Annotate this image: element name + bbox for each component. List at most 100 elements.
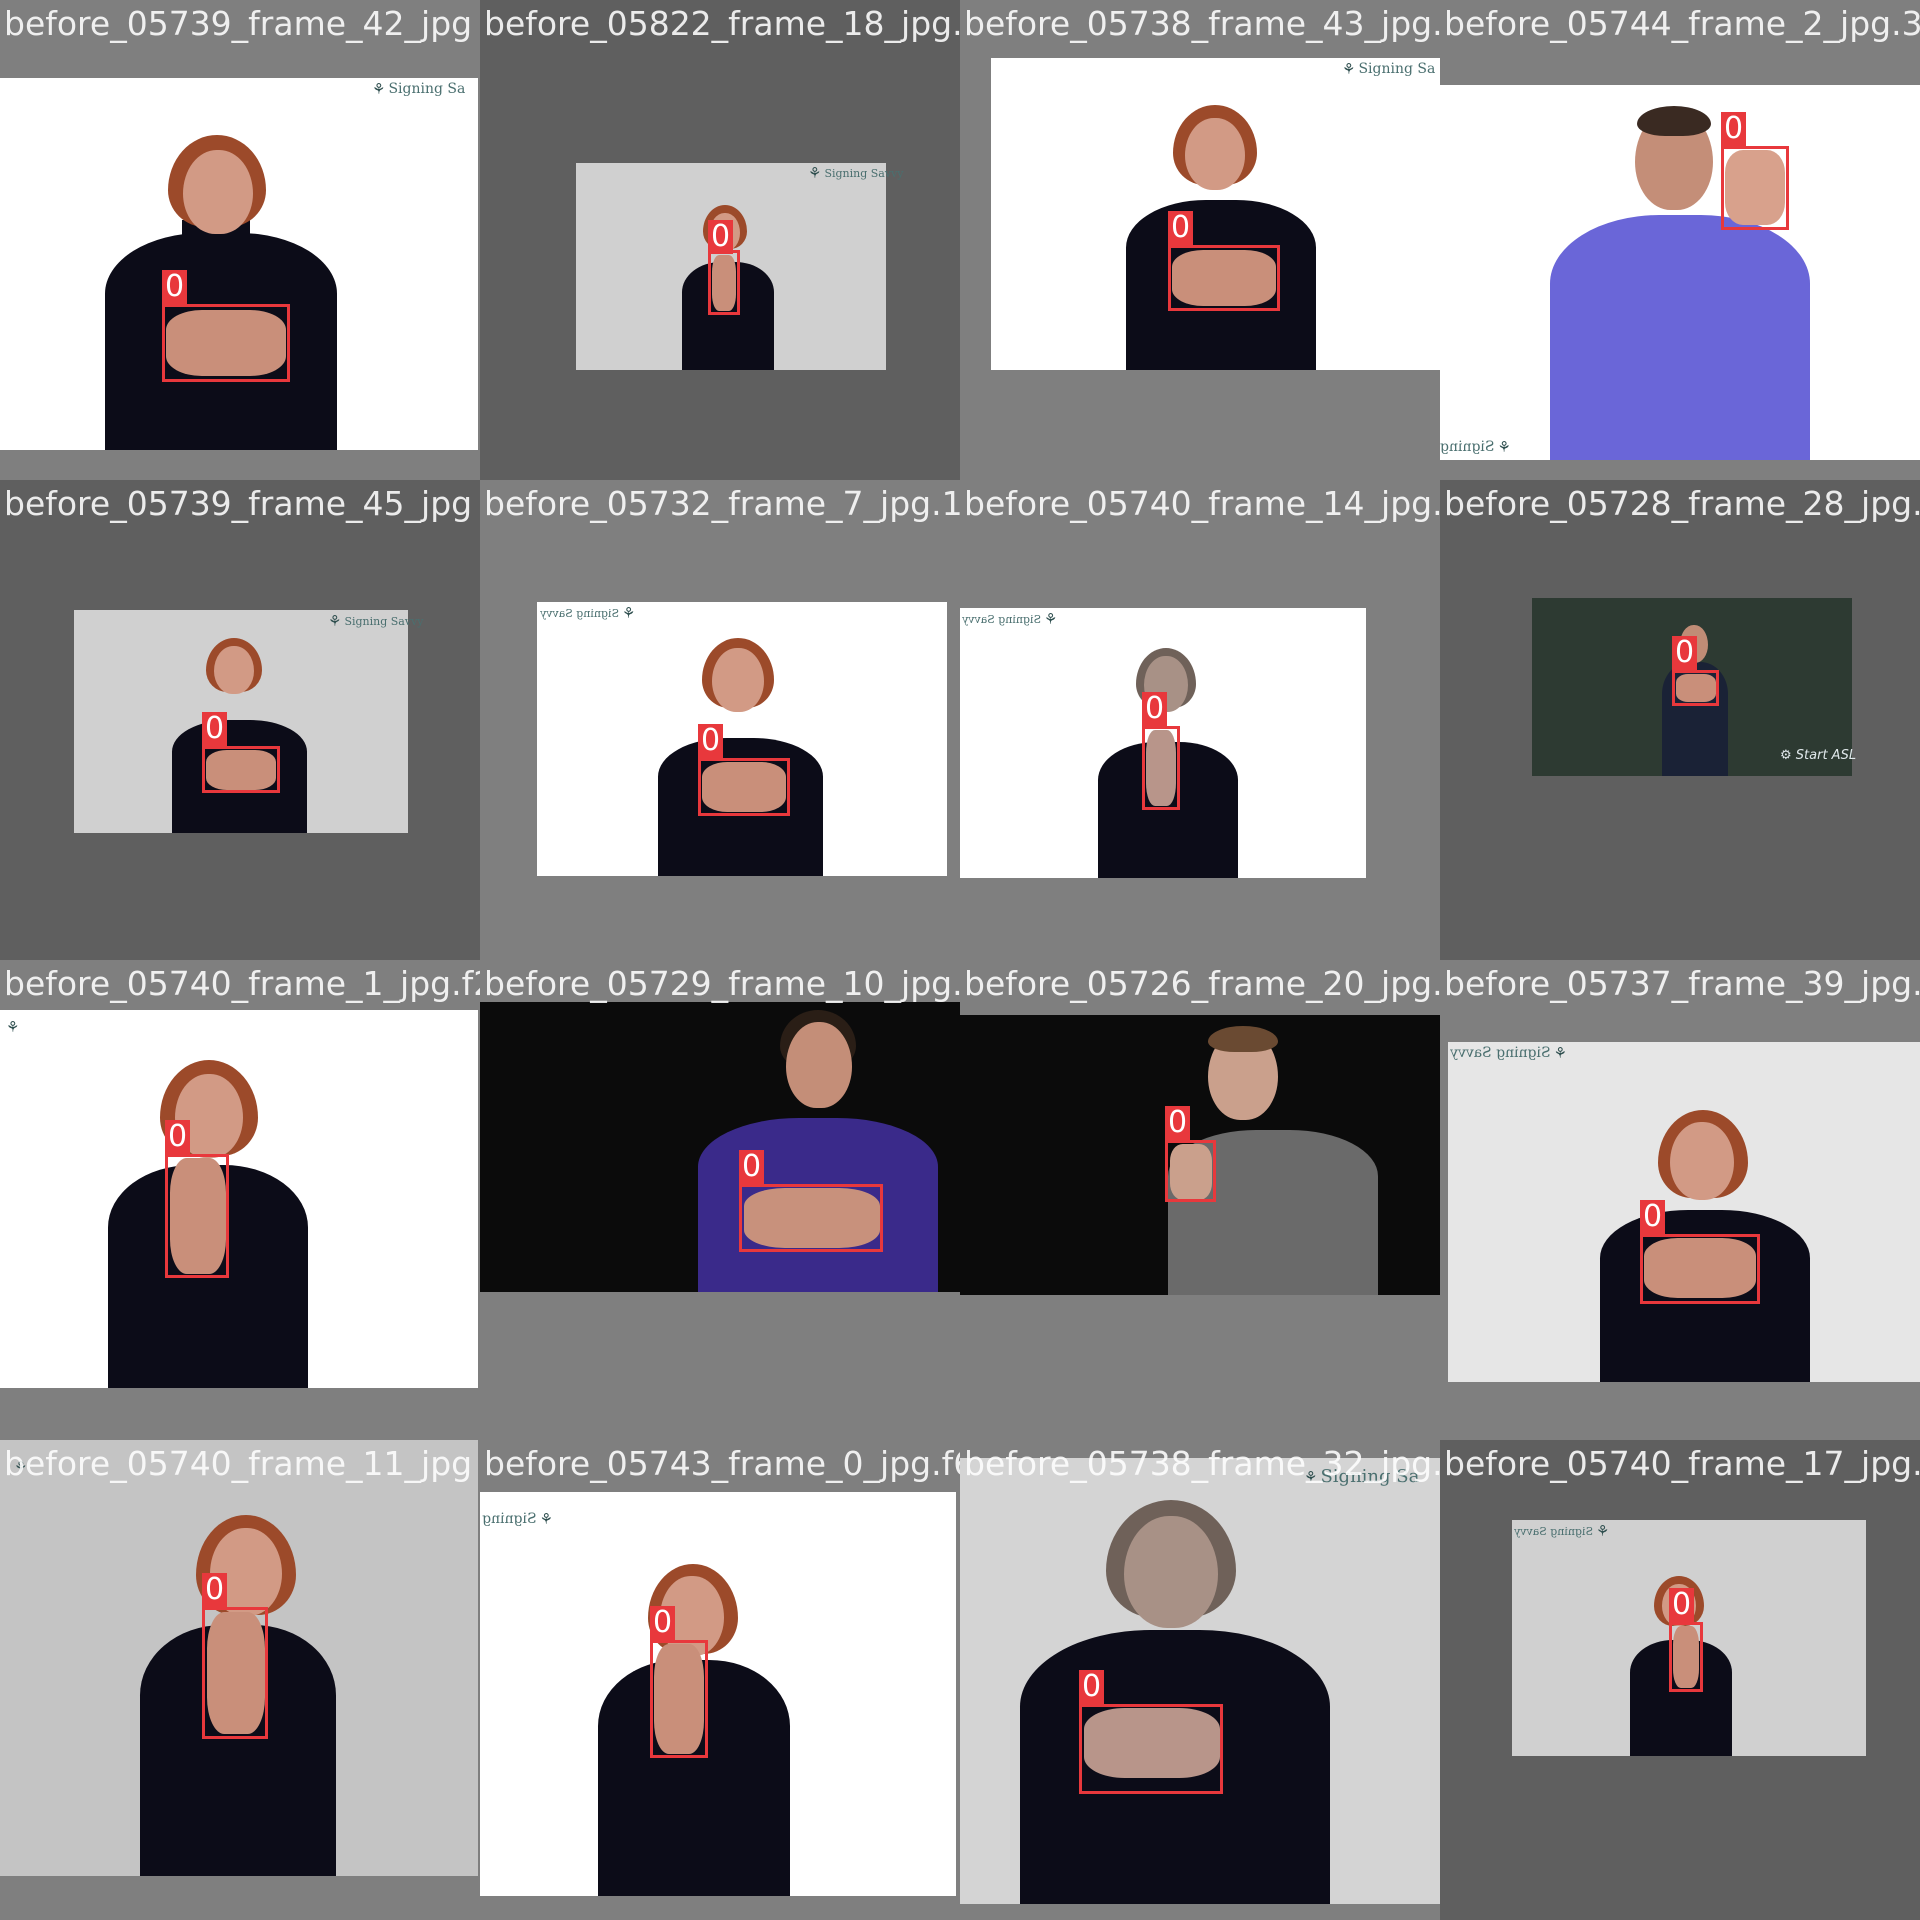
watermark-text: Signing Sa <box>1358 61 1436 77</box>
detection-box <box>165 1154 229 1278</box>
image-filename: before_05740_frame_17_jpg.f06e7b5d <box>1444 1444 1920 1483</box>
person-face <box>786 1022 852 1108</box>
detection-box <box>698 758 790 816</box>
watermark-logo-icon: ⚘ <box>808 164 822 182</box>
watermark-logo-icon: ⚘ <box>6 1018 20 1036</box>
detection-box <box>1672 670 1719 706</box>
image-filename: before_05726_frame_20_jpg.f5a87e21 <box>964 964 1440 1003</box>
watermark-logo-icon: ⚘ <box>539 1510 554 1528</box>
person-hair <box>1208 1026 1278 1052</box>
detection-box <box>1168 245 1280 311</box>
watermark: ⚙ Start ASL <box>1780 748 1856 763</box>
watermark-logo-icon: ⚘ <box>1342 60 1356 78</box>
detection-class-label: 0 <box>1640 1200 1666 1234</box>
watermark-text: Signing Savvy <box>1514 1524 1594 1538</box>
detection-class-label: 0 <box>1721 112 1747 146</box>
mosaic-tile: ⚘ Signing Savvy 0 before_05732_frame_7_jp… <box>480 480 960 960</box>
watermark-logo-icon: ⚘ <box>372 80 386 98</box>
watermark-logo-icon: ⚙ <box>1780 748 1792 763</box>
detection-box <box>202 1607 268 1739</box>
person-face <box>712 648 764 712</box>
watermark: ⚘Signing Savvy <box>808 164 904 182</box>
detection-box <box>739 1184 883 1252</box>
detection-box <box>1165 1140 1216 1202</box>
watermark: ⚘Signing Savvy <box>480 1510 553 1528</box>
watermark-text: Signing Savvy <box>824 166 904 180</box>
mosaic-tile: ⚘ Signing Savvy 0 before_05740_frame_17_j… <box>1440 1440 1920 1920</box>
detection-box <box>650 1640 708 1758</box>
watermark-logo: ⚘ <box>14 1458 27 1476</box>
detection-box <box>1669 1622 1703 1692</box>
detection-class-label: 0 <box>202 712 228 746</box>
detection-box <box>708 250 740 315</box>
detection-class-label: 0 <box>650 1606 676 1640</box>
image-mosaic: ⚘ Signing Sa 0 before_05739_frame_42_jpg … <box>0 0 1920 1920</box>
watermark-text: Signing Savvy <box>1450 1045 1551 1061</box>
watermark-logo-icon: ⚘ <box>1596 1522 1610 1540</box>
detection-class-label: 0 <box>1672 636 1698 670</box>
detection-box <box>202 746 280 793</box>
watermark-text: Signing Sa <box>388 81 466 97</box>
mosaic-tile: ⚘ 0 before_05740_frame_1_jpg.f2a19d3f <box>0 960 480 1440</box>
mosaic-tile: ⚘ Signing Savvy 0 before_05740_frame_14_j… <box>960 480 1440 960</box>
detection-class-label: 0 <box>1669 1588 1695 1622</box>
image-filename: before_05740_frame_14_jpg.f2c471e2 <box>964 484 1440 523</box>
watermark-text: Start ASL <box>1795 748 1857 763</box>
detection-box <box>1640 1234 1760 1304</box>
watermark-logo: ⚘ <box>6 1018 19 1036</box>
detection-class-label: 0 <box>708 220 734 254</box>
watermark-logo-icon: ⚘ <box>1497 438 1511 456</box>
mosaic-tile: ⚘ Signing Sa 0 before_05739_frame_42_jpg <box>0 0 480 480</box>
watermark-logo-icon: ⚘ <box>1553 1044 1568 1062</box>
mosaic-tile: ⚘Signing Savvy 0 before_05743_frame_0_jp… <box>480 1440 960 1920</box>
mosaic-tile: ⚘ Signing Savvy 0 before_05739_frame_45_j… <box>0 480 480 960</box>
watermark-logo-icon: ⚘ <box>14 1458 28 1476</box>
image-filename: before_05744_frame_2_jpg.3b1f5e0f <box>1444 4 1920 43</box>
watermark: ⚘Signing Savvy <box>540 604 636 622</box>
detection-class-label: 0 <box>165 1120 191 1154</box>
watermark-text: Signing Sa <box>1320 1466 1420 1487</box>
mosaic-tile: ⚘ Signing Savvy 0 before_05822_frame_18_j… <box>480 0 960 480</box>
mosaic-tile: 0 before_05729_frame_10_jpg.f2a17d83 <box>480 960 960 1440</box>
image-filename: before_05822_frame_18_jpg.f82e02f <box>484 4 960 43</box>
image-filename: before_05739_frame_42_jpg <box>4 4 473 43</box>
watermark-logo-icon: ⚘ <box>622 604 636 622</box>
watermark-logo-icon: ⚘ <box>1304 1467 1318 1486</box>
image-filename: before_05728_frame_28_jpg.4c6d8e1f <box>1444 484 1920 523</box>
image-filename: before_05738_frame_43_jpg.f7b3c6ff <box>964 4 1440 43</box>
detection-class-label: 0 <box>1079 1670 1105 1704</box>
person-hair <box>1637 106 1711 136</box>
detection-class-label: 0 <box>1168 211 1194 245</box>
detection-class-label: 0 <box>1142 692 1168 726</box>
watermark-text: Signing Savvy <box>540 606 620 620</box>
mosaic-tile: ⚘Signing Sa 0 before_05738_frame_32_jpg.… <box>960 1440 1440 1920</box>
person-face <box>1185 118 1245 190</box>
watermark: ⚘ Signing Sa <box>1342 60 1435 78</box>
mosaic-tile: ⚘ Signing Savvy 0 before_05737_frame_39_j… <box>1440 960 1920 1440</box>
image-filename: before_05732_frame_7_jpg.1b3fa8f <box>484 484 960 523</box>
person-torso <box>1550 215 1810 460</box>
image-filename: before_05743_frame_0_jpg.f6b0e2d9 <box>484 1444 960 1483</box>
detection-class-label: 0 <box>162 270 188 304</box>
detection-class-label: 0 <box>202 1573 228 1607</box>
watermark: ⚘ Signing Sa <box>372 80 465 98</box>
watermark-logo-icon: ⚘ <box>328 612 342 630</box>
person-face <box>1124 1516 1218 1628</box>
mosaic-tile: ⚙ Start ASL 0 before_05728_frame_28_jpg.… <box>1440 480 1920 960</box>
image-filename: before_05737_frame_39_jpg.f707c6a3 <box>1444 964 1920 1003</box>
watermark: ⚘Signing Savvy <box>1450 1044 1567 1062</box>
detection-class-label: 0 <box>698 724 724 758</box>
image-filename: before_05739_frame_45_jpg <box>4 484 473 523</box>
detection-box <box>162 304 290 382</box>
watermark-text: Signing <box>1440 439 1495 455</box>
detection-class-label: 0 <box>1165 1106 1191 1140</box>
detection-box <box>1142 726 1180 810</box>
mosaic-tile: 0 before_05726_frame_20_jpg.f5a87e21 <box>960 960 1440 1440</box>
mosaic-tile: ⚘ 0 before_05740_frame_11_jpg <box>0 1440 480 1920</box>
watermark: ⚘Signing Savvy <box>962 610 1058 628</box>
watermark-text: Signing Savvy <box>962 612 1042 626</box>
watermark: ⚘Signing Savvy <box>328 612 424 630</box>
person-face <box>1670 1122 1734 1200</box>
person-face <box>214 646 254 694</box>
mosaic-tile: ⚘Signing Sa 0 before_05738_frame_43_jpg.… <box>960 0 1440 480</box>
